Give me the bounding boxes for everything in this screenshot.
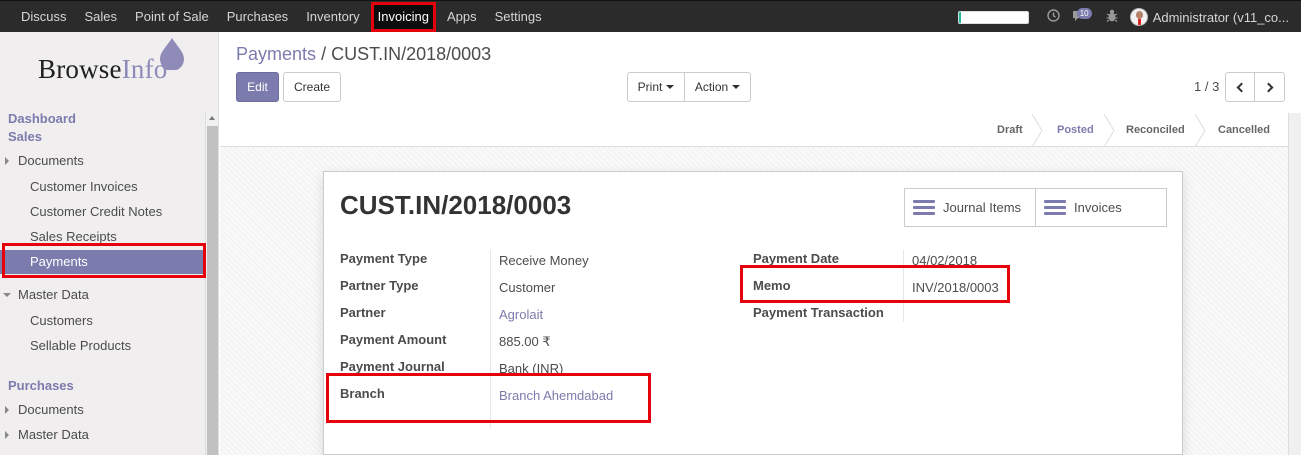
menu-settings[interactable]: Settings [488,5,549,29]
field-value-payment-amount: 885.00 ₹ [499,334,551,349]
create-button[interactable]: Create [283,72,341,102]
sidebar-item-purchase-master-data[interactable]: Master Data [0,423,205,447]
field-value-partner-type: Customer [499,280,556,295]
field-label-branch: Branch [340,386,385,401]
field-divider [903,250,904,322]
menu-apps[interactable]: Apps [440,5,484,29]
menu-point-of-sale[interactable]: Point of Sale [128,5,216,29]
breadcrumb-current: CUST.IN/2018/0003 [331,44,492,64]
breadcrumb-separator: / [321,44,327,64]
sidebar-item-payments[interactable]: Payments [0,250,205,274]
chat-count-badge: 10 [1076,8,1092,19]
sidebar-item-documents[interactable]: Documents [0,149,205,173]
field-label-memo: Memo [753,278,791,293]
caret-down-icon [732,85,741,89]
top-navbar: Discuss Sales Point of Sale Purchases In… [0,0,1301,32]
pager-value[interactable]: 1 / 3 [1194,79,1219,94]
field-label-payment-journal: Payment Journal [340,359,445,374]
status-arrow-icon [1194,114,1206,147]
sidebar-item-master-data[interactable]: Master Data [0,283,205,307]
sidebar-item-customer-invoices[interactable]: Customer Invoices [0,175,205,199]
progress-bar[interactable] [957,10,1029,24]
field-label-payment-transaction: Payment Transaction [753,305,884,320]
list-icon [1044,200,1066,215]
menu-invoicing[interactable]: Invoicing [370,2,436,32]
field-label-payment-type: Payment Type [340,251,428,266]
invoices-button[interactable]: Invoices [1035,189,1166,226]
status-posted[interactable]: Posted [1057,114,1094,147]
field-label-payment-date: Payment Date [753,251,839,266]
list-icon [913,200,935,215]
sidebar-item-sales-receipts[interactable]: Sales Receipts [0,225,205,249]
caret-right-icon [5,431,9,439]
status-cancelled[interactable]: Cancelled [1218,114,1270,147]
chevron-right-icon [1263,82,1273,92]
sidebar-item-purchase-documents[interactable]: Documents [0,398,205,422]
caret-down-icon [3,293,11,297]
company-logo: BrowseInfo [38,54,168,84]
activity-clock-icon[interactable] [1046,9,1060,25]
chevron-left-icon [1236,82,1247,92]
content-scrollbar[interactable] [1288,113,1301,455]
breadcrumb: Payments / CUST.IN/2018/0003 [236,44,491,65]
status-draft[interactable]: Draft [997,114,1023,147]
caret-right-icon [5,406,9,414]
breadcrumb-parent[interactable]: Payments [236,44,316,64]
menu-purchases[interactable]: Purchases [220,5,295,29]
chat-icon[interactable]: 10 [1072,8,1094,24]
sidebar-scrollbar[interactable] [205,112,218,455]
main-menu: Discuss Sales Point of Sale Purchases In… [14,1,553,33]
sidebar-item-customers[interactable]: Customers [0,309,205,333]
pager-next-button[interactable] [1254,72,1285,102]
field-value-payment-journal: Bank (INR) [499,361,564,376]
sidebar-section-sales: Sales [8,129,42,144]
sidebar-item-dashboard[interactable]: Dashboard [8,111,76,126]
edit-button[interactable]: Edit [236,72,279,102]
menu-sales[interactable]: Sales [78,5,125,29]
caret-right-icon [5,157,9,165]
field-label-payment-amount: Payment Amount [340,332,447,347]
sidebar-item-sellable-products[interactable]: Sellable Products [0,334,205,358]
status-reconciled[interactable]: Reconciled [1126,114,1185,147]
field-label-partner-type: Partner Type [340,278,419,293]
smart-buttons: Journal Items Invoices [904,188,1167,227]
systray: 10 Administrator (v11_co... [957,1,1289,33]
field-label-partner: Partner [340,305,386,320]
journal-items-button[interactable]: Journal Items [905,189,1035,226]
field-divider [490,250,491,428]
avatar[interactable] [1129,8,1148,26]
status-arrow-icon [1103,114,1115,147]
record-title: CUST.IN/2018/0003 [340,190,572,220]
sidebar-item-customer-credit-notes[interactable]: Customer Credit Notes [0,200,205,224]
status-arrow-icon [1031,114,1043,147]
sidebar-section-purchases: Purchases [8,378,74,393]
caret-down-icon [666,85,675,89]
field-value-payment-date: 04/02/2018 [912,253,978,268]
bug-icon[interactable] [1106,9,1118,25]
menu-discuss[interactable]: Discuss [14,5,74,29]
action-button[interactable]: Action [684,72,751,102]
field-value-branch[interactable]: Branch Ahemdabad [499,388,613,403]
menu-inventory[interactable]: Inventory [299,5,366,29]
progress-fill [958,11,961,23]
user-menu[interactable]: Administrator (v11_co... [1153,10,1289,25]
print-button[interactable]: Print [627,72,685,102]
field-value-partner[interactable]: Agrolait [499,307,543,322]
field-value-payment-type: Receive Money [499,253,589,268]
field-value-memo: INV/2018/0003 [912,280,999,295]
pager-previous-button[interactable] [1225,72,1255,102]
